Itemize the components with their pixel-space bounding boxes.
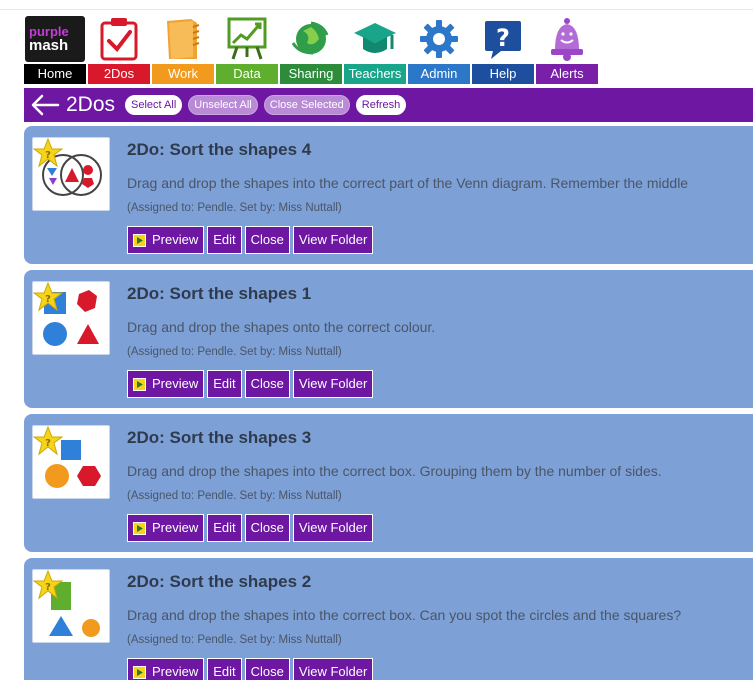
view-folder-button[interactable]: View Folder xyxy=(292,370,374,398)
edit-button[interactable]: Edit xyxy=(207,226,242,254)
close-selected-button[interactable]: Close Selected xyxy=(263,95,350,115)
play-icon xyxy=(133,665,146,679)
todos-header: 2Dos Select All Unselect All Close Selec… xyxy=(24,88,753,122)
svg-text:?: ? xyxy=(45,294,51,305)
logo-line2: mash xyxy=(29,37,69,54)
play-icon xyxy=(133,233,146,247)
close-button[interactable]: Close xyxy=(244,370,290,398)
main-nav: purple mash Home 2Dos Work Data Sharing … xyxy=(24,14,600,84)
todo-actions: Preview Edit Close View Folder xyxy=(127,226,376,254)
globe-icon xyxy=(280,14,342,64)
preview-label: Preview xyxy=(152,664,199,679)
unselect-all-button[interactable]: Unselect All xyxy=(188,95,258,115)
nav-label-admin: Admin xyxy=(408,64,470,84)
nav-label-help: Help xyxy=(472,64,534,84)
nav-sharing[interactable]: Sharing xyxy=(280,14,342,84)
coloured-shapes-thumbnail[interactable]: ? xyxy=(32,281,110,355)
preview-button[interactable]: Preview xyxy=(127,370,205,398)
preview-button[interactable]: Preview xyxy=(127,226,205,254)
page-title: 2Dos xyxy=(66,93,116,116)
nav-alerts[interactable]: Alerts xyxy=(536,14,598,84)
venn-diagram-thumbnail[interactable]: ? xyxy=(32,137,110,211)
preview-label: Preview xyxy=(152,520,199,535)
nav-label-alerts: Alerts xyxy=(536,64,598,84)
star-icon: ? xyxy=(33,426,63,456)
app: purple mash Home 2Dos Work Data Sharing … xyxy=(0,0,753,680)
nav-label-2dos: 2Dos xyxy=(88,64,150,84)
sides-shapes-thumbnail[interactable]: ? xyxy=(32,425,110,499)
svg-text:?: ? xyxy=(496,24,510,52)
todo-assignment: (Assigned to: Pendle. Set by: Miss Nutta… xyxy=(127,346,342,358)
bell-icon xyxy=(536,14,598,64)
svg-text:?: ? xyxy=(45,150,51,161)
todo-assignment: (Assigned to: Pendle. Set by: Miss Nutta… xyxy=(127,634,342,646)
chart-board-icon xyxy=(216,14,278,64)
view-folder-button[interactable]: View Folder xyxy=(292,658,374,680)
top-strip xyxy=(0,0,753,10)
todo-actions: Preview Edit Close View Folder xyxy=(127,370,376,398)
todo-title: 2Do: Sort the shapes 3 xyxy=(127,428,312,447)
nav-help[interactable]: ? Help xyxy=(472,14,534,84)
edit-button[interactable]: Edit xyxy=(207,514,242,542)
close-button[interactable]: Close xyxy=(244,514,290,542)
close-button[interactable]: Close xyxy=(244,226,290,254)
todo-description: Drag and drop the shapes into the correc… xyxy=(127,607,682,623)
todo-actions: Preview Edit Close View Folder xyxy=(127,514,376,542)
todo-actions: Preview Edit Close View Folder xyxy=(127,658,376,680)
play-icon xyxy=(133,521,146,535)
todo-title: 2Do: Sort the shapes 4 xyxy=(127,140,312,159)
edit-button[interactable]: Edit xyxy=(207,370,242,398)
nav-home[interactable]: purple mash Home xyxy=(24,14,86,84)
graduation-cap-icon xyxy=(344,14,406,64)
todo-list: ? 2Do: Sort the shapes 4 Drag and drop t… xyxy=(24,126,753,680)
todo-description: Drag and drop the shapes onto the correc… xyxy=(127,319,436,335)
nav-data[interactable]: Data xyxy=(216,14,278,84)
nav-2dos[interactable]: 2Dos xyxy=(88,14,150,84)
preview-button[interactable]: Preview xyxy=(127,658,205,680)
play-icon xyxy=(133,377,146,391)
preview-label: Preview xyxy=(152,232,199,247)
nav-label-work: Work xyxy=(152,64,214,84)
view-folder-button[interactable]: View Folder xyxy=(292,514,374,542)
help-icon: ? xyxy=(472,14,534,64)
todo-description: Drag and drop the shapes into the correc… xyxy=(127,463,662,479)
preview-label: Preview xyxy=(152,376,199,391)
close-button[interactable]: Close xyxy=(244,658,290,680)
star-icon: ? xyxy=(33,570,63,600)
circles-squares-thumbnail[interactable]: ? xyxy=(32,569,110,643)
svg-text:?: ? xyxy=(45,582,51,593)
nav-label-data: Data xyxy=(216,64,278,84)
nav-work[interactable]: Work xyxy=(152,14,214,84)
logo-box: purple mash xyxy=(25,16,85,62)
todo-description: Drag and drop the shapes into the correc… xyxy=(127,175,689,191)
todo-title: 2Do: Sort the shapes 2 xyxy=(127,572,312,591)
star-icon: ? xyxy=(33,282,63,312)
folder-icon xyxy=(152,14,214,64)
todo-card[interactable]: ? 2Do: Sort the shapes 2 Drag and drop t… xyxy=(24,558,753,680)
select-all-button[interactable]: Select All xyxy=(125,95,183,115)
back-arrow-icon[interactable] xyxy=(30,93,60,117)
view-folder-button[interactable]: View Folder xyxy=(292,226,374,254)
nav-label-sharing: Sharing xyxy=(280,64,342,84)
checklist-icon xyxy=(88,14,150,64)
star-icon: ? xyxy=(33,138,63,168)
nav-label-home: Home xyxy=(24,64,86,84)
preview-button[interactable]: Preview xyxy=(127,514,205,542)
gear-icon xyxy=(408,14,470,64)
nav-label-teachers: Teachers xyxy=(344,64,406,84)
todo-card[interactable]: ? 2Do: Sort the shapes 1 Drag and drop t… xyxy=(24,270,753,408)
purple-mash-logo: purple mash xyxy=(24,14,86,64)
todo-card[interactable]: ? 2Do: Sort the shapes 3 Drag and drop t… xyxy=(24,414,753,552)
todo-assignment: (Assigned to: Pendle. Set by: Miss Nutta… xyxy=(127,490,342,502)
todo-assignment: (Assigned to: Pendle. Set by: Miss Nutta… xyxy=(127,202,342,214)
nav-admin[interactable]: Admin xyxy=(408,14,470,84)
edit-button[interactable]: Edit xyxy=(207,658,242,680)
refresh-button[interactable]: Refresh xyxy=(355,95,407,115)
todo-title: 2Do: Sort the shapes 1 xyxy=(127,284,312,303)
todo-card[interactable]: ? 2Do: Sort the shapes 4 Drag and drop t… xyxy=(24,126,753,264)
nav-teachers[interactable]: Teachers xyxy=(344,14,406,84)
svg-text:?: ? xyxy=(45,438,51,449)
